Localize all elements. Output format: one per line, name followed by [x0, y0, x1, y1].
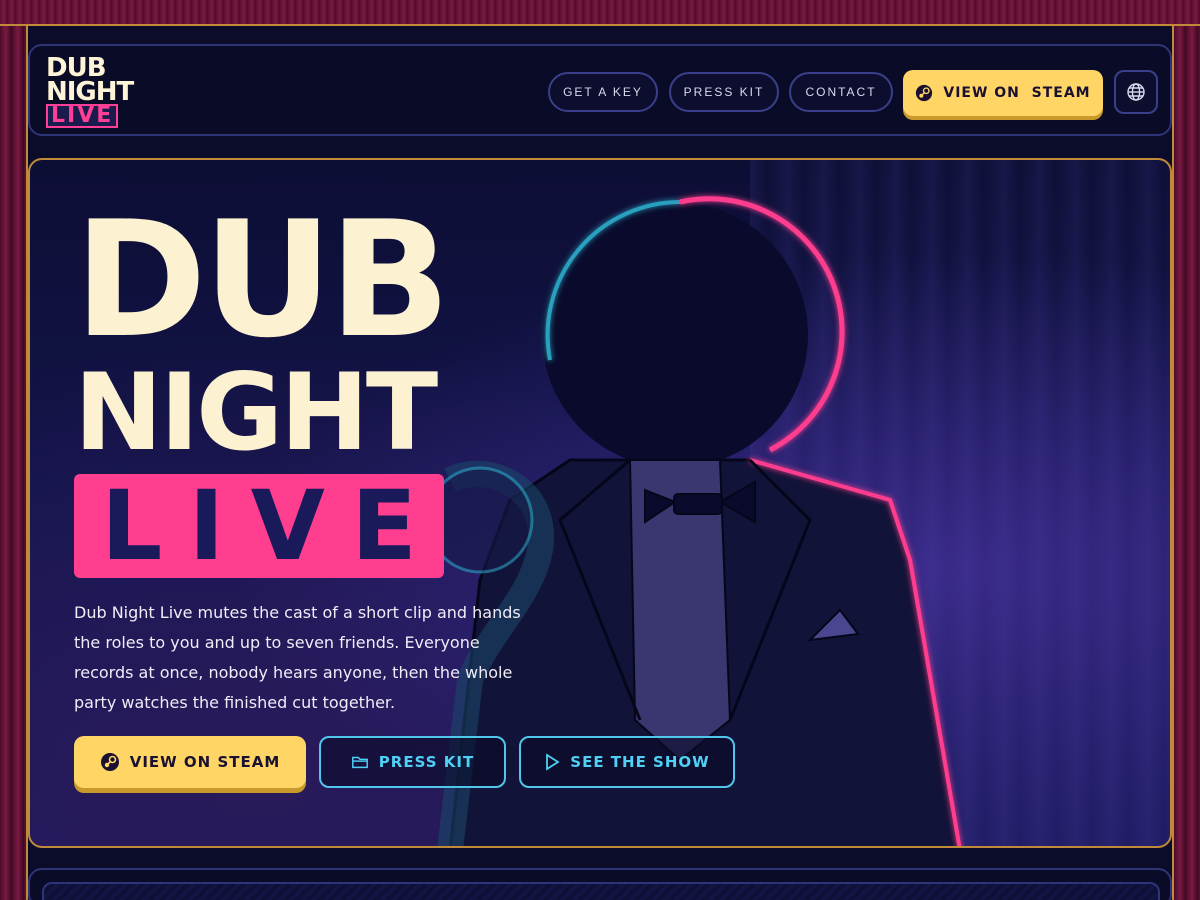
curtain-top: [0, 0, 1200, 26]
see-the-show-button[interactable]: SEE THE SHOW: [519, 736, 735, 788]
view-on-steam-header-button[interactable]: VIEW ON STEAM: [903, 70, 1103, 116]
steam-icon: [916, 84, 933, 102]
folder-icon: [351, 756, 368, 769]
nav-contact[interactable]: CONTACT: [789, 72, 893, 112]
curtain-left: [0, 26, 28, 900]
steam-icon: [100, 753, 119, 771]
logo-line-night: NIGHT: [46, 77, 134, 107]
view-on-steam-button[interactable]: VIEW ON STEAM: [74, 736, 306, 788]
hero-description: Dub Night Live mutes the cast of a short…: [74, 603, 521, 712]
play-icon: [546, 753, 560, 771]
press-kit-button[interactable]: PRESS KIT: [319, 736, 506, 788]
see-the-show-label: SEE THE SHOW: [570, 753, 710, 771]
nav-press-kit[interactable]: PRESS KIT: [669, 72, 779, 112]
next-section-panel: [28, 868, 1172, 900]
language-button[interactable]: [1114, 70, 1158, 114]
hero-section: DUB NIGHT L I V E Dub Night Live mutes t…: [28, 158, 1172, 848]
curtain-right: [1172, 26, 1200, 900]
hero-title-night: NIGHT: [74, 351, 438, 474]
hero-title-dub: DUB: [74, 186, 451, 373]
next-section-inner: [42, 882, 1160, 900]
hero-title-live-letter: I: [188, 470, 225, 582]
hero-title-live-letter: L: [101, 470, 163, 582]
globe-icon: [1127, 83, 1145, 101]
hero-title-live-letter: E: [351, 470, 417, 582]
hero-title-live: L I V E: [74, 474, 444, 578]
nav-get-a-key[interactable]: GET A KEY: [548, 72, 658, 112]
hero-title-live-letter: V: [250, 470, 325, 582]
press-kit-label: PRESS KIT: [378, 753, 475, 771]
view-on-steam-header-label: VIEW ON STEAM: [943, 85, 1091, 101]
view-on-steam-label: VIEW ON STEAM: [129, 753, 281, 771]
site-header: DUB NIGHT LIVE GET A KEY PRESS KIT CONTA…: [28, 44, 1172, 136]
logo-line-live: LIVE: [46, 104, 119, 128]
logo[interactable]: DUB NIGHT LIVE: [46, 55, 134, 130]
